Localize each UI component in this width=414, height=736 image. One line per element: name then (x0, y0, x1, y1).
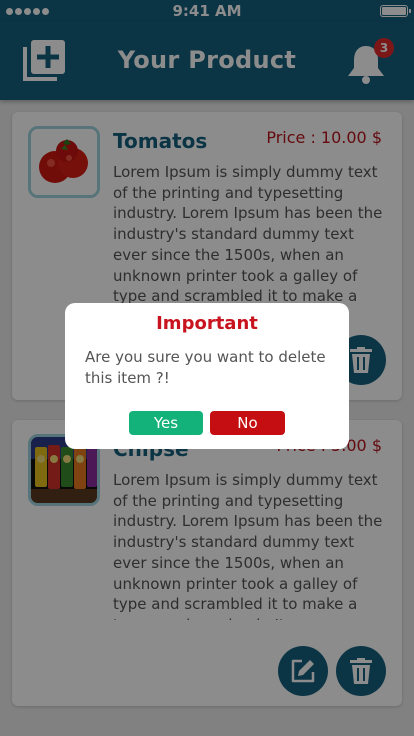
confirm-delete-dialog: Important Are you sure you want to delet… (65, 303, 349, 449)
no-button[interactable]: No (210, 411, 285, 435)
yes-button[interactable]: Yes (129, 411, 203, 435)
dialog-title: Important (156, 313, 258, 334)
dialog-message: Are you sure you want to delete this ite… (85, 348, 326, 387)
